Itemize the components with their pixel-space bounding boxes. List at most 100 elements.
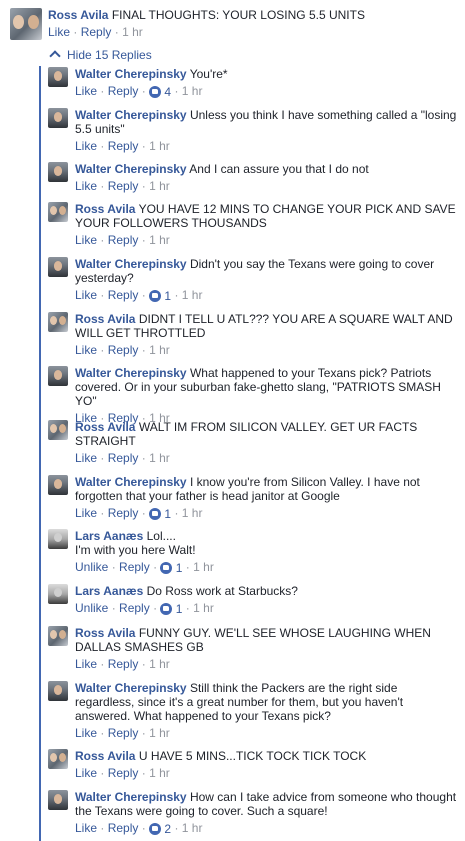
avatar[interactable] — [10, 8, 42, 40]
reply-button[interactable]: Reply — [119, 560, 150, 574]
reply-author[interactable]: Ross Avila — [75, 626, 135, 640]
walter-avatar[interactable] — [48, 108, 68, 128]
walter-avatar[interactable] — [48, 681, 68, 701]
lars-avatar[interactable] — [48, 584, 68, 604]
reply-author[interactable]: Lars Aanæs — [75, 584, 143, 598]
separator-dot: · — [100, 766, 105, 780]
lars-avatar[interactable] — [48, 529, 68, 549]
timestamp[interactable]: 1 hr — [182, 506, 203, 520]
separator-dot: · — [100, 821, 105, 835]
reply-button[interactable]: Reply — [108, 139, 139, 153]
reply-author[interactable]: Walter Cherepinsky — [75, 162, 187, 176]
walter-avatar[interactable] — [48, 475, 68, 495]
reply-item: Walter Cherepinsky How can I take advice… — [48, 790, 460, 836]
reply-author[interactable]: Walter Cherepinsky — [75, 681, 187, 695]
like-button[interactable]: Like — [75, 726, 97, 740]
reply-button[interactable]: Reply — [108, 821, 139, 835]
ross-avatar[interactable] — [48, 420, 68, 440]
reply-button[interactable]: Reply — [108, 179, 139, 193]
like-button[interactable]: Like — [75, 451, 97, 465]
reply-author[interactable]: Walter Cherepinsky — [75, 67, 187, 81]
ross-avatar[interactable] — [48, 626, 68, 646]
reply-item: Ross Avila YOU HAVE 12 MINS TO CHANGE YO… — [48, 202, 460, 247]
walter-avatar[interactable] — [48, 257, 68, 277]
like-button[interactable]: Like — [75, 233, 97, 247]
reply-button[interactable]: Reply — [108, 506, 139, 520]
reaction-count[interactable]: 1 — [149, 289, 171, 303]
timestamp[interactable]: 1 hr — [149, 233, 170, 247]
comment-author[interactable]: Ross Avila — [48, 8, 108, 22]
reaction-count[interactable]: 2 — [149, 822, 171, 836]
timestamp[interactable]: 1 hr — [193, 560, 214, 574]
like-button[interactable]: Like — [75, 821, 97, 835]
separator-dot: · — [141, 726, 146, 740]
reply-item: Walter Cherepinsky Unless you think I ha… — [48, 108, 460, 153]
reply-author[interactable]: Ross Avila — [75, 312, 135, 326]
separator-dot: · — [141, 821, 146, 835]
reply-button[interactable]: Reply — [108, 766, 139, 780]
reply-button[interactable]: Reply — [108, 726, 139, 740]
like-button[interactable]: Like — [75, 179, 97, 193]
separator-dot: · — [141, 84, 146, 98]
reaction-count[interactable]: 1 — [160, 602, 182, 616]
reply-text: Do Ross work at Starbucks? — [146, 584, 298, 598]
reply-button[interactable]: Reply — [81, 25, 112, 39]
reply-author[interactable]: Ross Avila — [75, 202, 135, 216]
timestamp[interactable]: 1 hr — [193, 601, 214, 615]
reply-author[interactable]: Ross Avila — [75, 420, 135, 434]
like-button[interactable]: Like — [75, 657, 97, 671]
reaction-number: 1 — [164, 288, 172, 303]
walter-avatar[interactable] — [48, 67, 68, 87]
separator-dot: · — [174, 288, 179, 302]
timestamp[interactable]: 1 hr — [149, 343, 170, 357]
separator-dot: · — [141, 139, 146, 153]
like-button[interactable]: Like — [75, 506, 97, 520]
timestamp[interactable]: 1 hr — [149, 179, 170, 193]
like-button[interactable]: Unlike — [75, 601, 108, 615]
reply-author[interactable]: Walter Cherepinsky — [75, 257, 187, 271]
timestamp[interactable]: 1 hr — [182, 288, 203, 302]
timestamp[interactable]: 1 hr — [182, 84, 203, 98]
like-button[interactable]: Like — [75, 343, 97, 357]
reply-button[interactable]: Reply — [108, 343, 139, 357]
reaction-count[interactable]: 1 — [149, 507, 171, 521]
ross-avatar[interactable] — [48, 749, 68, 769]
timestamp[interactable]: 1 hr — [149, 726, 170, 740]
like-button[interactable]: Like — [75, 288, 97, 302]
timestamp[interactable]: 1 hr — [122, 25, 143, 39]
walter-avatar[interactable] — [48, 162, 68, 182]
reply-button[interactable]: Reply — [108, 84, 139, 98]
ross-avatar[interactable] — [48, 202, 68, 222]
timestamp[interactable]: 1 hr — [149, 657, 170, 671]
like-button[interactable]: Like — [75, 139, 97, 153]
reply-author[interactable]: Walter Cherepinsky — [75, 790, 187, 804]
like-button[interactable]: Like — [75, 84, 97, 98]
reply-author[interactable]: Walter Cherepinsky — [75, 475, 187, 489]
walter-avatar[interactable] — [48, 366, 68, 386]
like-button[interactable]: Unlike — [75, 560, 108, 574]
reply-button[interactable]: Reply — [108, 233, 139, 247]
reply-button[interactable]: Reply — [108, 657, 139, 671]
reply-button[interactable]: Reply — [108, 451, 139, 465]
reply-button[interactable]: Reply — [119, 601, 150, 615]
chevron-up-icon — [49, 50, 61, 62]
timestamp[interactable]: 1 hr — [182, 821, 203, 835]
reaction-number: 1 — [175, 601, 183, 616]
walter-avatar[interactable] — [48, 790, 68, 810]
timestamp[interactable]: 1 hr — [149, 766, 170, 780]
reply-item: Ross Avila U HAVE 5 MINS...TICK TOCK TIC… — [48, 749, 460, 780]
hide-replies-button[interactable]: Hide 15 Replies — [49, 48, 152, 62]
timestamp[interactable]: 1 hr — [149, 451, 170, 465]
reply-author[interactable]: Walter Cherepinsky — [75, 108, 187, 122]
like-button[interactable]: Like — [75, 766, 97, 780]
reply-author[interactable]: Ross Avila — [75, 749, 135, 763]
reaction-count[interactable]: 4 — [149, 85, 171, 99]
separator-dot: · — [153, 601, 158, 615]
reply-author[interactable]: Walter Cherepinsky — [75, 366, 187, 380]
like-button[interactable]: Like — [48, 25, 70, 39]
ross-avatar[interactable] — [48, 312, 68, 332]
reply-author[interactable]: Lars Aanæs — [75, 529, 143, 543]
reaction-count[interactable]: 1 — [160, 561, 182, 575]
timestamp[interactable]: 1 hr — [149, 139, 170, 153]
reply-button[interactable]: Reply — [108, 288, 139, 302]
